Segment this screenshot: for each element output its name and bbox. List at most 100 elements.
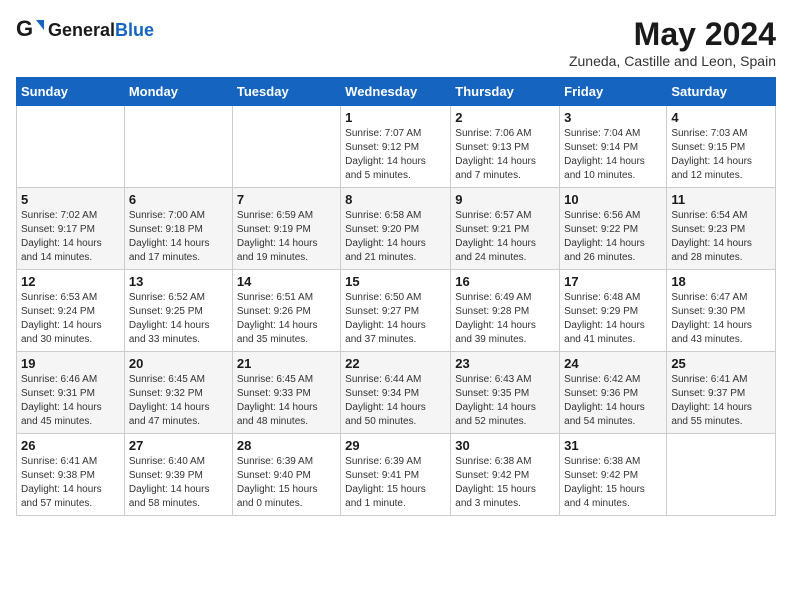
day-info: Sunrise: 6:48 AM Sunset: 9:29 PM Dayligh… [564,291,662,347]
day-number: 9 [455,192,555,207]
logo: G GeneralBlue [16,16,154,44]
day-info: Sunrise: 6:57 AM Sunset: 9:21 PM Dayligh… [455,209,555,265]
day-number: 14 [237,274,336,289]
day-info: Sunrise: 6:44 AM Sunset: 9:34 PM Dayligh… [345,373,446,429]
calendar-cell: 11 Sunrise: 6:54 AM Sunset: 9:23 PM Dayli… [667,188,776,270]
day-info: Sunrise: 6:53 AM Sunset: 9:24 PM Dayligh… [21,291,120,347]
day-info: Sunrise: 6:38 AM Sunset: 9:42 PM Dayligh… [564,455,662,511]
calendar-cell: 10 Sunrise: 6:56 AM Sunset: 9:22 PM Dayli… [560,188,667,270]
day-info: Sunrise: 7:04 AM Sunset: 9:14 PM Dayligh… [564,127,662,183]
day-info: Sunrise: 6:41 AM Sunset: 9:37 PM Dayligh… [671,373,771,429]
day-number: 22 [345,356,446,371]
day-number: 21 [237,356,336,371]
calendar-cell: 6Sunrise: 7:00 AM Sunset: 9:18 PM Daylig… [124,188,232,270]
page-header: G GeneralBlue May 2024 Zuneda, Castille … [16,16,776,69]
day-info: Sunrise: 7:03 AM Sunset: 9:15 PM Dayligh… [671,127,771,183]
logo-general: General [48,20,115,40]
day-number: 18 [671,274,771,289]
location-title: Zuneda, Castille and Leon, Spain [569,53,776,69]
day-number: 7 [237,192,336,207]
day-number: 27 [129,438,228,453]
calendar-cell: 29Sunrise: 6:39 AM Sunset: 9:41 PM Dayli… [341,434,451,516]
day-info: Sunrise: 7:06 AM Sunset: 9:13 PM Dayligh… [455,127,555,183]
day-number: 3 [564,110,662,125]
calendar-cell: 15Sunrise: 6:50 AM Sunset: 9:27 PM Dayli… [341,270,451,352]
calendar-cell: 27 Sunrise: 6:40 AM Sunset: 9:39 PM Dayli… [124,434,232,516]
calendar-cell: 13Sunrise: 6:52 AM Sunset: 9:25 PM Dayli… [124,270,232,352]
calendar-cell: 7 Sunrise: 6:59 AM Sunset: 9:19 PM Daylig… [232,188,340,270]
day-info: Sunrise: 6:45 AM Sunset: 9:33 PM Dayligh… [237,373,336,429]
day-number: 23 [455,356,555,371]
calendar-cell: 21 Sunrise: 6:45 AM Sunset: 9:33 PM Dayli… [232,352,340,434]
weekday-header: Saturday [667,78,776,106]
calendar-cell [232,106,340,188]
calendar-cell: 1Sunrise: 7:07 AM Sunset: 9:12 PM Daylig… [341,106,451,188]
logo-blue: Blue [115,20,154,40]
day-info: Sunrise: 6:39 AM Sunset: 9:41 PM Dayligh… [345,455,446,511]
day-number: 11 [671,192,771,207]
calendar-cell: 4Sunrise: 7:03 AM Sunset: 9:15 PM Daylig… [667,106,776,188]
calendar-row: 26 Sunrise: 6:41 AM Sunset: 9:38 PM Dayli… [17,434,776,516]
day-number: 28 [237,438,336,453]
calendar-cell: 16 Sunrise: 6:49 AM Sunset: 9:28 PM Dayli… [451,270,560,352]
calendar-cell: 28 Sunrise: 6:39 AM Sunset: 9:40 PM Dayli… [232,434,340,516]
day-number: 26 [21,438,120,453]
day-info: Sunrise: 6:50 AM Sunset: 9:27 PM Dayligh… [345,291,446,347]
day-info: Sunrise: 6:56 AM Sunset: 9:22 PM Dayligh… [564,209,662,265]
day-info: Sunrise: 6:40 AM Sunset: 9:39 PM Dayligh… [129,455,228,511]
day-info: Sunrise: 6:42 AM Sunset: 9:36 PM Dayligh… [564,373,662,429]
day-number: 24 [564,356,662,371]
day-number: 30 [455,438,555,453]
day-number: 19 [21,356,120,371]
day-info: Sunrise: 6:52 AM Sunset: 9:25 PM Dayligh… [129,291,228,347]
calendar-cell: 30 Sunrise: 6:38 AM Sunset: 9:42 PM Dayli… [451,434,560,516]
calendar-cell: 26 Sunrise: 6:41 AM Sunset: 9:38 PM Dayli… [17,434,125,516]
calendar-cell: 24 Sunrise: 6:42 AM Sunset: 9:36 PM Dayli… [560,352,667,434]
calendar-cell: 20Sunrise: 6:45 AM Sunset: 9:32 PM Dayli… [124,352,232,434]
day-info: Sunrise: 6:54 AM Sunset: 9:23 PM Dayligh… [671,209,771,265]
day-number: 2 [455,110,555,125]
calendar-cell: 31 Sunrise: 6:38 AM Sunset: 9:42 PM Dayli… [560,434,667,516]
calendar-cell: 22 Sunrise: 6:44 AM Sunset: 9:34 PM Dayli… [341,352,451,434]
day-number: 12 [21,274,120,289]
day-number: 17 [564,274,662,289]
calendar-cell: 18 Sunrise: 6:47 AM Sunset: 9:30 PM Dayli… [667,270,776,352]
day-info: Sunrise: 7:07 AM Sunset: 9:12 PM Dayligh… [345,127,446,183]
day-number: 10 [564,192,662,207]
day-info: Sunrise: 7:00 AM Sunset: 9:18 PM Dayligh… [129,209,228,265]
day-info: Sunrise: 6:41 AM Sunset: 9:38 PM Dayligh… [21,455,120,511]
day-number: 8 [345,192,446,207]
day-number: 5 [21,192,120,207]
day-info: Sunrise: 6:51 AM Sunset: 9:26 PM Dayligh… [237,291,336,347]
weekday-header: Thursday [451,78,560,106]
calendar-body: 1Sunrise: 7:07 AM Sunset: 9:12 PM Daylig… [17,106,776,516]
day-number: 16 [455,274,555,289]
weekday-header: Monday [124,78,232,106]
day-info: Sunrise: 6:39 AM Sunset: 9:40 PM Dayligh… [237,455,336,511]
calendar-row: 1Sunrise: 7:07 AM Sunset: 9:12 PM Daylig… [17,106,776,188]
month-title: May 2024 [569,16,776,53]
day-info: Sunrise: 6:59 AM Sunset: 9:19 PM Dayligh… [237,209,336,265]
calendar-cell: 14 Sunrise: 6:51 AM Sunset: 9:26 PM Dayli… [232,270,340,352]
calendar-row: 12 Sunrise: 6:53 AM Sunset: 9:24 PM Dayli… [17,270,776,352]
calendar-cell: 9 Sunrise: 6:57 AM Sunset: 9:21 PM Daylig… [451,188,560,270]
weekday-header-row: SundayMondayTuesdayWednesdayThursdayFrid… [17,78,776,106]
calendar-cell [124,106,232,188]
calendar-cell: 5Sunrise: 7:02 AM Sunset: 9:17 PM Daylig… [17,188,125,270]
weekday-header: Sunday [17,78,125,106]
day-number: 31 [564,438,662,453]
calendar-header: SundayMondayTuesdayWednesdayThursdayFrid… [17,78,776,106]
day-info: Sunrise: 6:38 AM Sunset: 9:42 PM Dayligh… [455,455,555,511]
day-number: 20 [129,356,228,371]
calendar-cell: 8Sunrise: 6:58 AM Sunset: 9:20 PM Daylig… [341,188,451,270]
calendar-cell: 19Sunrise: 6:46 AM Sunset: 9:31 PM Dayli… [17,352,125,434]
calendar-cell: 23Sunrise: 6:43 AM Sunset: 9:35 PM Dayli… [451,352,560,434]
logo-icon: G [16,16,44,44]
weekday-header: Tuesday [232,78,340,106]
calendar-cell: 12 Sunrise: 6:53 AM Sunset: 9:24 PM Dayli… [17,270,125,352]
day-info: Sunrise: 6:49 AM Sunset: 9:28 PM Dayligh… [455,291,555,347]
title-block: May 2024 Zuneda, Castille and Leon, Spai… [569,16,776,69]
calendar-cell: 3 Sunrise: 7:04 AM Sunset: 9:14 PM Daylig… [560,106,667,188]
day-info: Sunrise: 6:47 AM Sunset: 9:30 PM Dayligh… [671,291,771,347]
calendar-row: 5Sunrise: 7:02 AM Sunset: 9:17 PM Daylig… [17,188,776,270]
